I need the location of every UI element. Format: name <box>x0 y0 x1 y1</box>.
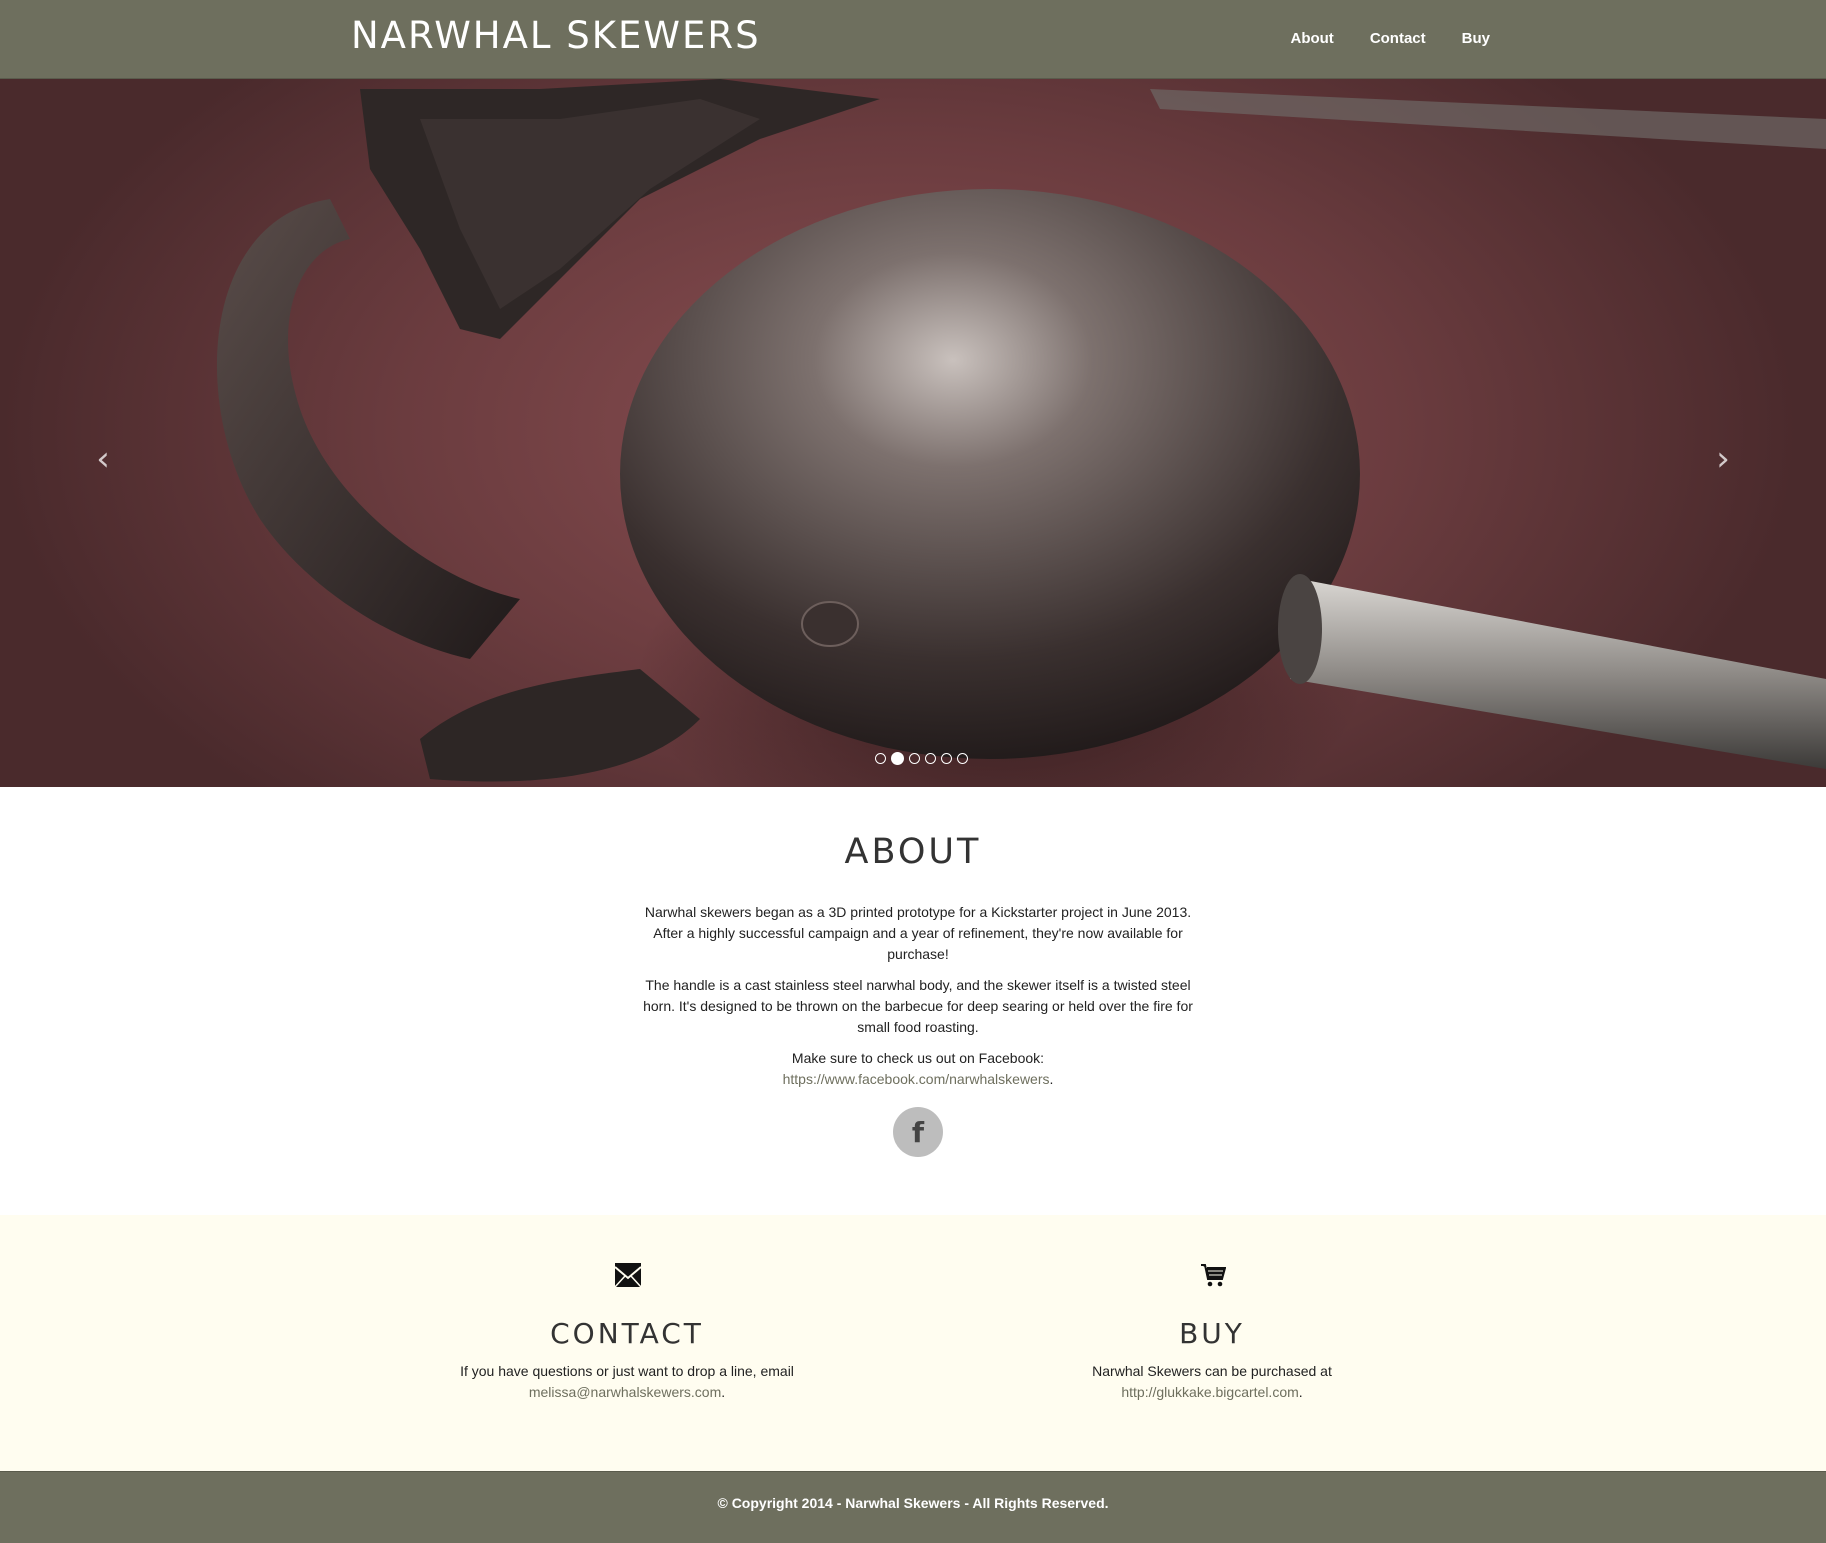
about-body: Narwhal skewers began as a 3D printed pr… <box>638 902 1198 1100</box>
brand-logo-text[interactable]: NARWHAL SKEWERS <box>351 14 761 57</box>
top-navbar: NARWHAL SKEWERS About Contact Buy <box>0 0 1826 79</box>
chevron-left-icon: ‹ <box>96 439 110 479</box>
carousel-prev-button[interactable]: ‹ <box>73 429 133 489</box>
nav-link-about[interactable]: About <box>1290 30 1333 47</box>
about-paragraph-2: The handle is a cast stainless steel nar… <box>643 977 1193 1035</box>
about-title: ABOUT <box>844 832 982 872</box>
about-paragraph-3: Make sure to check us out on Facebook: h… <box>638 1048 1198 1090</box>
about-section: ABOUT Narwhal skewers began as a 3D prin… <box>0 787 1826 1215</box>
buy-store-link[interactable]: http://glukkake.bigcartel.com <box>1121 1384 1298 1400</box>
contact-email-link[interactable]: melissa@narwhalskewers.com <box>529 1384 721 1400</box>
contact-text: If you have questions or just want to dr… <box>347 1361 907 1403</box>
chevron-right-icon: › <box>1716 439 1730 479</box>
copyright-text: © Copyright 2014 - Narwhal Skewers - All… <box>717 1495 1109 1511</box>
facebook-icon[interactable]: f <box>893 1107 943 1157</box>
about-paragraph-1: Narwhal skewers began as a 3D printed pr… <box>644 904 1192 962</box>
info-section: CONTACT If you have questions or just wa… <box>0 1215 1826 1471</box>
envelope-icon <box>615 1263 641 1287</box>
carousel-indicator-5[interactable] <box>941 753 952 764</box>
buy-description: Narwhal Skewers can be purchased at <box>1092 1363 1332 1379</box>
buy-title: BUY <box>1179 1317 1245 1350</box>
facebook-prompt: Make sure to check us out on Facebook: <box>791 1050 1045 1066</box>
carousel-next-button[interactable]: › <box>1693 429 1753 489</box>
contact-title: CONTACT <box>550 1317 704 1350</box>
carousel-indicators <box>875 752 968 765</box>
hero-carousel: ‹ › <box>0 79 1826 787</box>
facebook-link-suffix: . <box>1049 1071 1054 1087</box>
carousel-indicator-1[interactable] <box>875 753 886 764</box>
narwhal-skewer-photo <box>216 79 1826 782</box>
main-nav: About Contact Buy <box>1290 30 1490 47</box>
footer: © Copyright 2014 - Narwhal Skewers - All… <box>0 1471 1826 1543</box>
carousel-indicator-6[interactable] <box>957 753 968 764</box>
carousel-indicator-2[interactable] <box>891 752 904 765</box>
carousel-indicator-3[interactable] <box>909 753 920 764</box>
facebook-link[interactable]: https://www.facebook.com/narwhalskewers <box>783 1071 1050 1087</box>
buy-text: Narwhal Skewers can be purchased at http… <box>932 1361 1492 1403</box>
contact-suffix: . <box>721 1384 726 1400</box>
shopping-cart-icon <box>1201 1264 1226 1287</box>
carousel-indicator-4[interactable] <box>925 753 936 764</box>
buy-suffix: . <box>1298 1384 1303 1400</box>
nav-link-buy[interactable]: Buy <box>1462 30 1490 47</box>
nav-link-contact[interactable]: Contact <box>1370 30 1426 47</box>
contact-description: If you have questions or just want to dr… <box>460 1363 794 1379</box>
